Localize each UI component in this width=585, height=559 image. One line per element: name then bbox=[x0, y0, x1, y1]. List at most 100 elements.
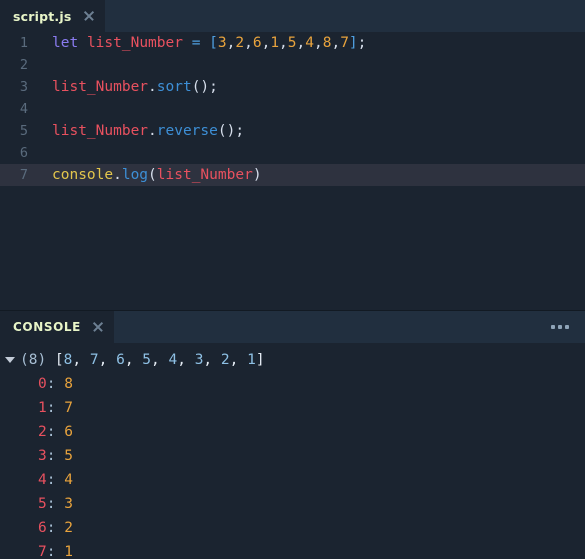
editor-tab-script-js[interactable]: script.js bbox=[0, 0, 105, 32]
array-preview-value: 5 bbox=[142, 352, 152, 368]
code-lines: 1 let list_Number = [3,2,6,1,5,4,8,7]; 2 3 l… bbox=[0, 32, 585, 186]
console-tab-bar: CONSOLE bbox=[0, 311, 585, 343]
ellipsis-dot bbox=[565, 325, 569, 329]
property-value: 2 bbox=[64, 520, 73, 536]
ellipsis-dot bbox=[558, 325, 562, 329]
array-preview-value: 4 bbox=[168, 352, 178, 368]
code-editor-surface[interactable]: 1 let list_Number = [3,2,6,1,5,4,8,7]; 2 3 l… bbox=[0, 32, 585, 310]
editor-tab-label: script.js bbox=[13, 8, 72, 24]
line-number: 4 bbox=[19, 101, 28, 117]
property-colon: : bbox=[46, 424, 65, 440]
close-icon[interactable] bbox=[91, 320, 105, 334]
property-key: 0 bbox=[38, 376, 47, 392]
line-number: 2 bbox=[19, 57, 28, 73]
code-token: . bbox=[113, 167, 122, 183]
array-preview-value: 7 bbox=[89, 352, 99, 368]
array-preview-value: 8 bbox=[63, 352, 73, 368]
property-key: 3 bbox=[38, 448, 47, 464]
array-preview-value: 2 bbox=[220, 352, 230, 368]
ellipsis-icon[interactable] bbox=[535, 311, 585, 343]
console-tab[interactable]: CONSOLE bbox=[0, 311, 114, 343]
code-token: list_Number bbox=[156, 167, 253, 183]
code-token: ] bbox=[348, 35, 358, 51]
code-line[interactable]: 1 let list_Number = [3,2,6,1,5,4,8,7]; bbox=[0, 32, 585, 54]
code-token: [ bbox=[209, 35, 218, 51]
console-property-row[interactable]: 3: 5 bbox=[0, 444, 585, 468]
line-number: 7 bbox=[19, 167, 28, 183]
property-value: 8 bbox=[64, 376, 73, 392]
code-token: reverse bbox=[156, 123, 218, 139]
code-token: 2 bbox=[235, 35, 245, 51]
triangle-down-icon[interactable] bbox=[0, 357, 20, 363]
line-number: 5 bbox=[19, 123, 28, 139]
editor-tab-bar: script.js bbox=[0, 0, 585, 32]
code-token: (); bbox=[191, 79, 218, 95]
console-property-list: 0: 81: 72: 63: 54: 45: 36: 27: 1 bbox=[0, 372, 585, 559]
property-key: 7 bbox=[38, 544, 47, 559]
property-value: 5 bbox=[64, 448, 73, 464]
property-key: 2 bbox=[38, 424, 47, 440]
code-token: , bbox=[261, 35, 271, 51]
console-property-row[interactable]: 1: 7 bbox=[0, 396, 585, 420]
line-number: 1 bbox=[19, 35, 28, 51]
code-line-text: console.log(list_Number) bbox=[36, 164, 262, 186]
ellipsis-dot bbox=[551, 325, 555, 329]
property-value: 3 bbox=[64, 496, 73, 512]
code-token: list_Number bbox=[52, 123, 149, 139]
code-line-text: let list_Number = [3,2,6,1,5,4,8,7]; bbox=[36, 32, 366, 54]
console-property-row[interactable]: 0: 8 bbox=[0, 372, 585, 396]
code-token: , bbox=[296, 35, 306, 51]
array-preview: [8, 7, 6, 5, 4, 3, 2, 1] bbox=[46, 352, 265, 368]
console-array-header[interactable]: (8) [8, 7, 6, 5, 4, 3, 2, 1] bbox=[0, 348, 585, 372]
property-colon: : bbox=[46, 496, 65, 512]
code-line[interactable]: 4 bbox=[0, 98, 585, 120]
property-key: 5 bbox=[38, 496, 47, 512]
code-token: let bbox=[52, 35, 79, 51]
property-colon: : bbox=[46, 448, 65, 464]
code-token: list_Number bbox=[52, 79, 149, 95]
code-token: 3 bbox=[217, 35, 227, 51]
code-token: sort bbox=[156, 79, 192, 95]
property-key: 6 bbox=[38, 520, 47, 536]
property-key: 4 bbox=[38, 472, 47, 488]
console-property-row[interactable]: 6: 2 bbox=[0, 516, 585, 540]
array-length-label: (8) bbox=[20, 352, 47, 368]
array-preview-value: 3 bbox=[194, 352, 204, 368]
code-token: 5 bbox=[287, 35, 297, 51]
code-token: , bbox=[331, 35, 341, 51]
code-line[interactable]: 7 console.log(list_Number) bbox=[0, 164, 585, 186]
code-token: console bbox=[52, 167, 114, 183]
code-line-text: list_Number.reverse(); bbox=[36, 120, 244, 142]
code-token: , bbox=[313, 35, 323, 51]
console-property-row[interactable]: 7: 1 bbox=[0, 540, 585, 559]
code-token: (); bbox=[217, 123, 245, 139]
property-colon: : bbox=[46, 472, 65, 488]
array-preview-value: 1 bbox=[247, 352, 256, 368]
console-property-row[interactable]: 2: 6 bbox=[0, 420, 585, 444]
property-key: 1 bbox=[38, 400, 47, 416]
code-token: , bbox=[244, 35, 253, 51]
console-property-row[interactable]: 5: 3 bbox=[0, 492, 585, 516]
property-colon: : bbox=[46, 376, 65, 392]
console-property-row[interactable]: 4: 4 bbox=[0, 468, 585, 492]
console-output[interactable]: (8) [8, 7, 6, 5, 4, 3, 2, 1] 0: 81: 72: … bbox=[0, 343, 585, 559]
code-line[interactable]: 3 list_Number.sort(); bbox=[0, 76, 585, 98]
code-token: ; bbox=[357, 35, 367, 51]
code-token: 4 bbox=[305, 35, 314, 51]
array-preview-value: 6 bbox=[116, 352, 125, 368]
code-token: 1 bbox=[270, 35, 280, 51]
code-line[interactable]: 6 bbox=[0, 142, 585, 164]
code-editor-app: script.js 1 let list_Number = [3,2,6,1,5,… bbox=[0, 0, 585, 559]
code-token: ) bbox=[252, 167, 262, 183]
code-line[interactable]: 5 list_Number.reverse(); bbox=[0, 120, 585, 142]
property-colon: : bbox=[46, 520, 65, 536]
code-token: log bbox=[121, 167, 149, 183]
close-icon[interactable] bbox=[82, 9, 96, 23]
code-token: . bbox=[148, 123, 157, 139]
property-value: 1 bbox=[64, 544, 73, 559]
code-line[interactable]: 2 bbox=[0, 54, 585, 76]
code-token: . bbox=[148, 79, 157, 95]
line-number: 3 bbox=[19, 79, 28, 95]
